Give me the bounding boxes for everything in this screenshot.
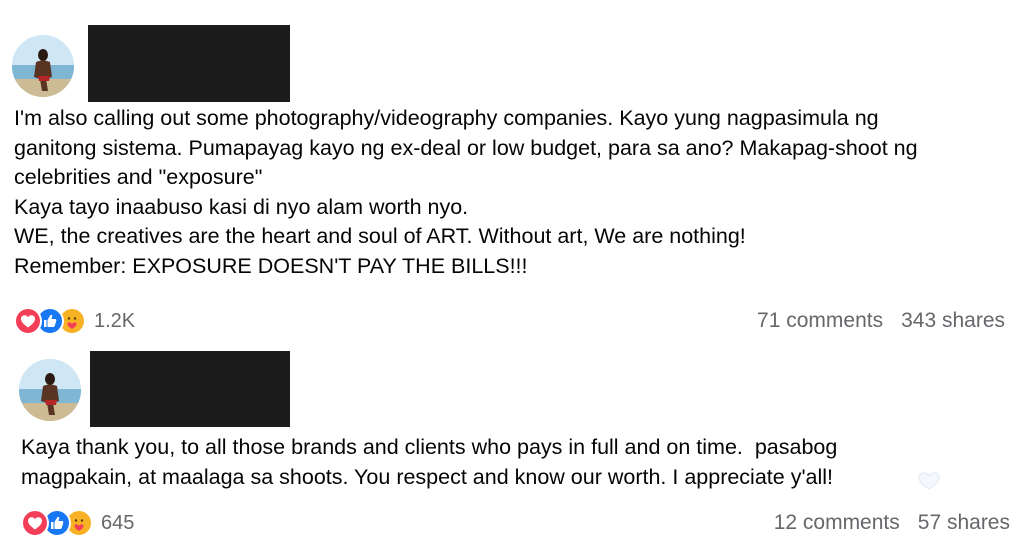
heart-emoji-icon	[918, 472, 940, 490]
redacted-author-name	[90, 351, 290, 427]
reaction-count: 1.2K	[94, 309, 136, 332]
reaction-summary[interactable]: 645	[21, 509, 134, 537]
love-icon	[21, 509, 49, 537]
comments-link[interactable]: 71 comments	[757, 309, 883, 333]
post-stats: 12 comments 57 shares	[774, 511, 1010, 535]
shares-link[interactable]: 57 shares	[918, 511, 1010, 535]
shares-link[interactable]: 343 shares	[901, 309, 1005, 333]
avatar-photo-icon	[12, 35, 74, 97]
reaction-count: 645	[101, 511, 135, 534]
author-avatar[interactable]	[12, 35, 74, 97]
post-body-text: Kaya thank you, to all those brands and …	[21, 435, 838, 489]
post-1: I'm also calling out some photography/vi…	[0, 0, 1024, 345]
love-icon	[14, 307, 42, 335]
author-avatar[interactable]	[19, 359, 81, 421]
post-stats: 71 comments 343 shares	[757, 309, 1005, 333]
reaction-summary[interactable]: 1.2K	[14, 307, 135, 335]
post-body-text: I'm also calling out some photography/vi…	[14, 106, 918, 278]
avatar-photo-icon	[19, 359, 81, 421]
comments-link[interactable]: 12 comments	[774, 511, 900, 535]
redacted-author-name	[88, 25, 290, 102]
post-2: Kaya thank you, to all those brands and …	[0, 345, 1024, 559]
